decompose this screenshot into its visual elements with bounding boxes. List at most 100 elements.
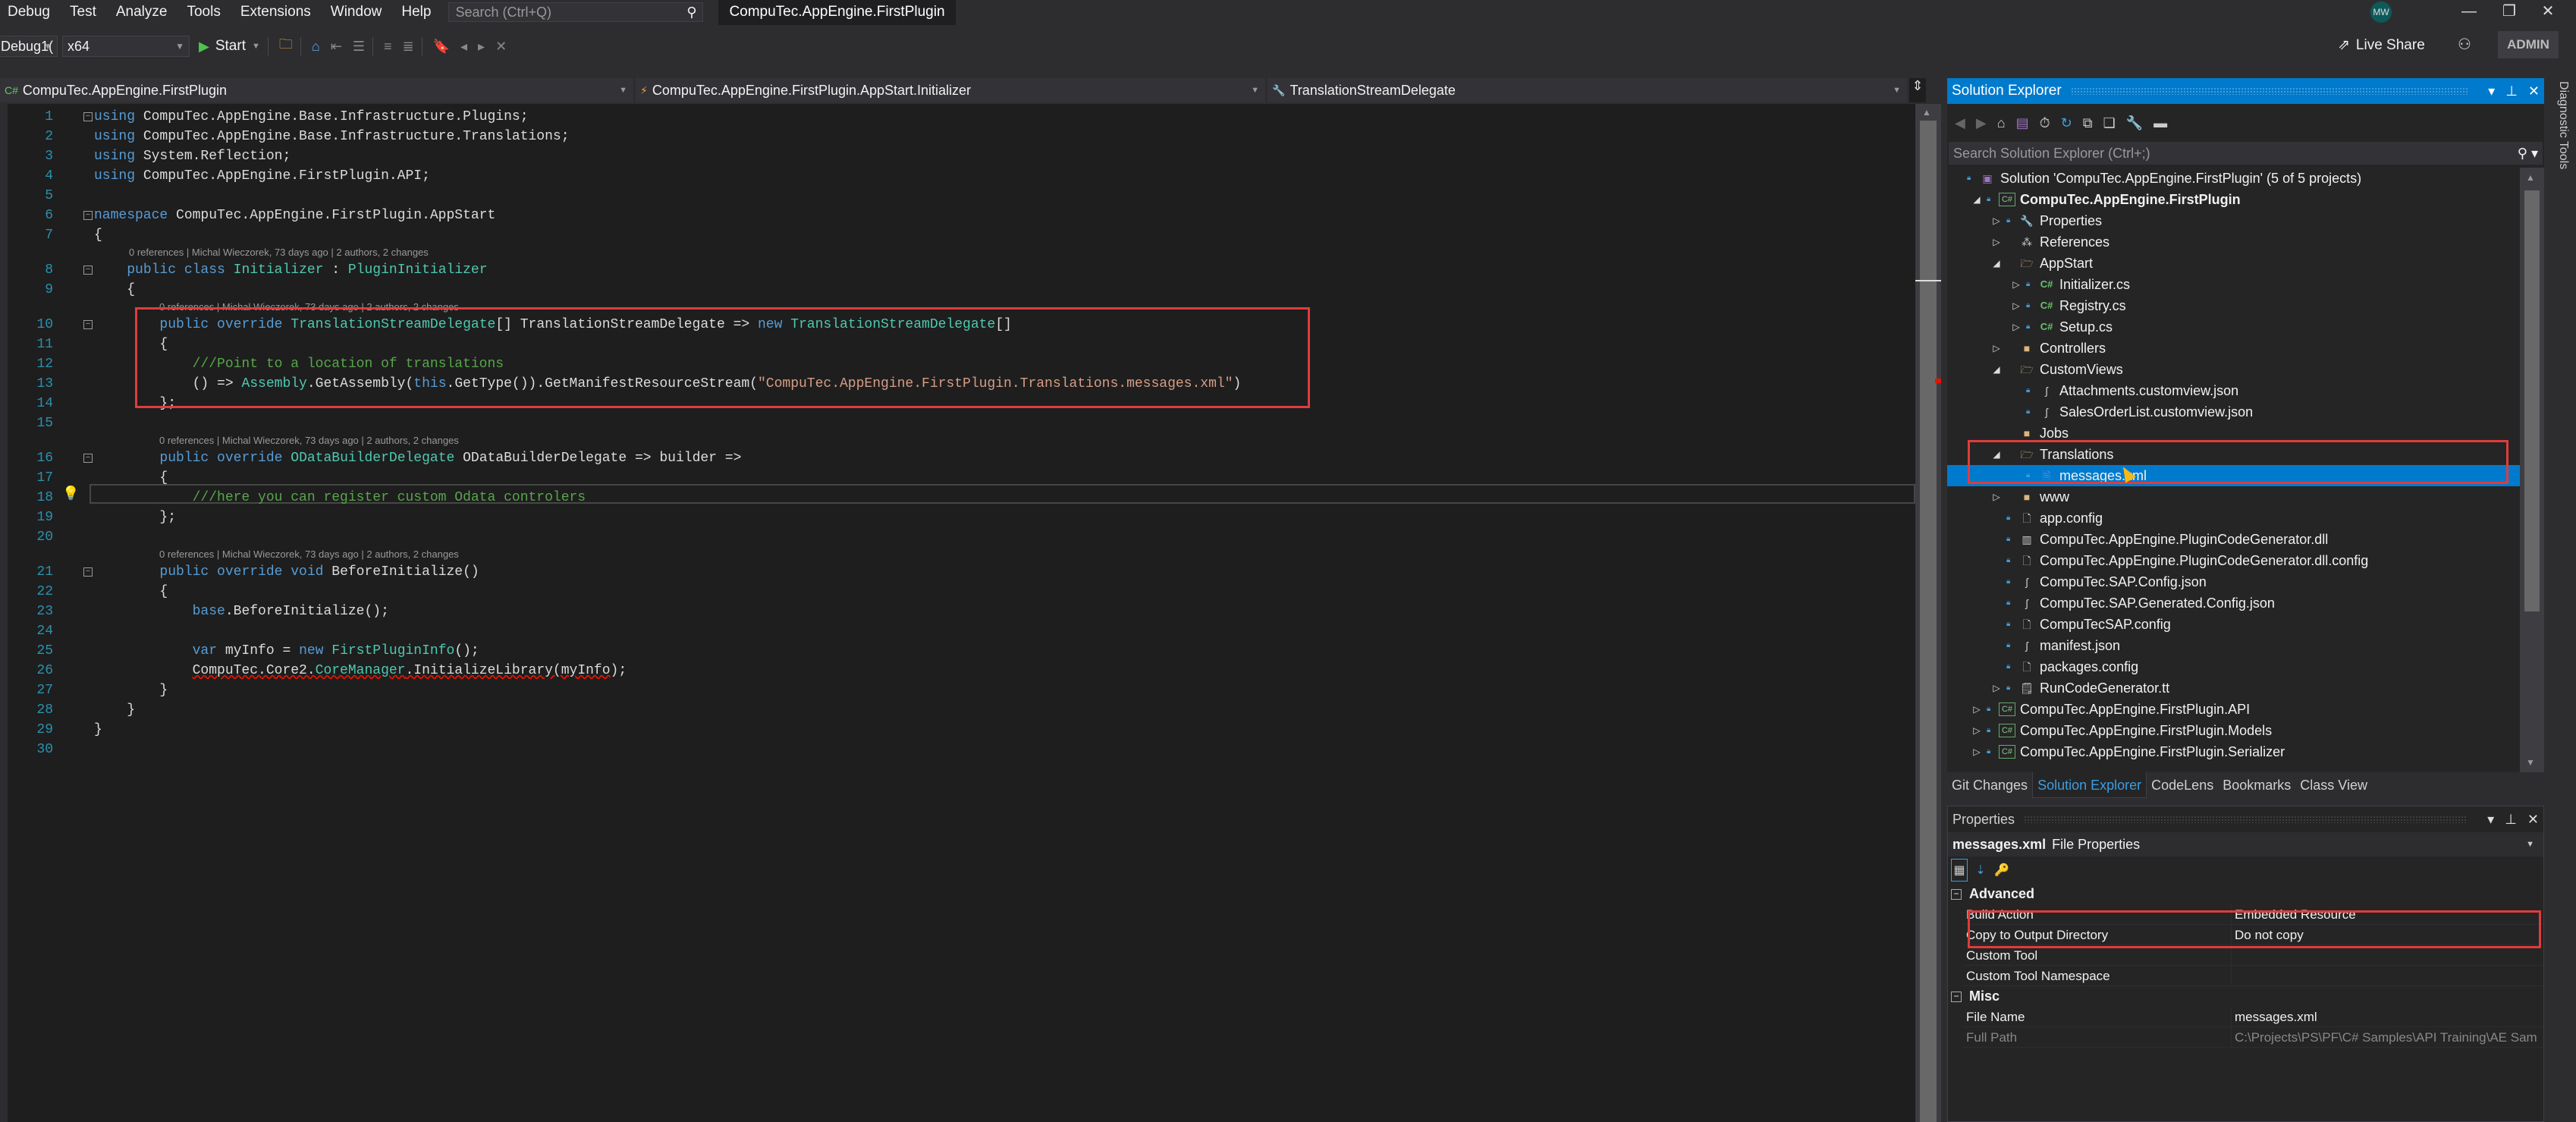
expanded-arrow-icon[interactable]: ◢ [1991, 444, 2002, 465]
property-value[interactable]: C:\Projects\PS\PF\C# Samples\API Trainin… [2232, 1027, 2543, 1047]
tree-item[interactable]: ◢ 🗁 Translations [1947, 444, 2520, 465]
property-row[interactable]: Copy to Output Directory Do not copy [1963, 925, 2543, 945]
sync-icon[interactable]: ↻ [2061, 115, 2072, 131]
tree-item[interactable]: ▷ ⁂ References [1947, 231, 2520, 253]
code-line[interactable]: 29} [8, 720, 1915, 740]
configuration-dropdown[interactable]: Debug1( ▼ [0, 36, 58, 57]
collapsed-arrow-icon[interactable]: ▷ [2011, 274, 2022, 295]
next-bookmark-icon[interactable]: ▸ [478, 39, 485, 55]
scrollbar-thumb[interactable] [2524, 190, 2540, 611]
tree-item[interactable]: 🔒︎ 🗋 app.config [1947, 508, 2520, 529]
tree-item[interactable]: 🔒︎ ʃ manifest.json [1947, 635, 2520, 656]
code-line[interactable]: 16 − public override ODataBuilderDelegate… [8, 448, 1915, 468]
property-row[interactable]: File Name messages.xml [1963, 1007, 2543, 1027]
tree-item[interactable]: 🔒︎ 🗋 CompuTecSAP.config [1947, 614, 2520, 635]
start-button[interactable]: ▶ Start ▼ [199, 38, 260, 55]
tree-item[interactable]: ▷ 🔒︎ 🔧 Properties [1947, 210, 2520, 231]
clear-bookmarks-icon[interactable]: ✕ [495, 39, 507, 55]
code-line[interactable]: 7{ [8, 225, 1915, 245]
code-line[interactable]: 11 { [8, 335, 1915, 354]
code-line[interactable]: 10 − public override TranslationStreamDel… [8, 315, 1915, 335]
tree-item[interactable]: ◢ 🔒︎ C# CompuTec.AppEngine.FirstPlugin [1947, 189, 2520, 210]
codelens-info[interactable]: 0 references | Michal Wieczorek, 73 days… [159, 548, 459, 564]
properties-icon[interactable]: 🔧 [2126, 115, 2143, 131]
tree-item[interactable]: 🔒︎ 🗋 packages.config [1947, 656, 2520, 677]
collapsed-arrow-icon[interactable]: ▷ [1971, 741, 1982, 760]
code-line[interactable]: 9 { [8, 280, 1915, 300]
scrollbar-thumb[interactable] [1920, 121, 1937, 1122]
diagnostic-tools-tab[interactable]: Diagnostic Tools [2550, 78, 2573, 184]
preview-icon[interactable]: ▬ [2153, 115, 2167, 131]
tree-item[interactable]: ■ Jobs [1947, 423, 2520, 444]
menu-item-window[interactable]: Window [321, 0, 392, 24]
solution-search-input[interactable]: Search Solution Explorer (Ctrl+;) ⚲ ▾ [1949, 142, 2543, 165]
tree-item[interactable]: ▷ ■ Controllers [1947, 338, 2520, 359]
avatar[interactable]: MW [2370, 2, 2392, 23]
tab-solution-explorer[interactable]: Solution Explorer [2032, 772, 2147, 798]
code-line[interactable]: 19 }; [8, 508, 1915, 527]
collapse-region-icon[interactable]: − [83, 567, 93, 577]
collapsed-arrow-icon[interactable]: ▷ [2011, 316, 2022, 338]
property-row[interactable]: Custom Tool Namespace [1963, 966, 2543, 986]
code-line[interactable]: 2 using CompuTec.AppEngine.Base.Infrastru… [8, 127, 1915, 146]
admin-button[interactable]: ADMIN [2498, 31, 2559, 58]
code-line[interactable]: 27 } [8, 680, 1915, 700]
home-icon[interactable]: ⌂ [1997, 115, 2006, 131]
tree-item[interactable]: ▷ 🔒︎ C# CompuTec.AppEngine.FirstPlugin.Seri… [1947, 741, 2520, 760]
tree-item[interactable]: ▷ 🔒︎ C# Setup.cs [1947, 316, 2520, 338]
tree-item[interactable]: ◢ 🗁 CustomViews [1947, 359, 2520, 380]
property-row[interactable]: Full Path C:\Projects\PS\PF\C# Samples\AP… [1963, 1027, 2543, 1048]
collapse-region-icon[interactable]: − [83, 454, 93, 463]
window-position-dropdown-icon[interactable]: ▾ [2487, 812, 2494, 828]
code-line[interactable]: 23 base.BeforeInitialize(); [8, 602, 1915, 621]
code-editor[interactable]: 💡 1− using CompuTec.AppEngine.Base.Infras… [8, 104, 1915, 1122]
code-line[interactable]: 14 }; [8, 394, 1915, 413]
code-line[interactable]: 3 using System.Reflection; [8, 146, 1915, 166]
platform-dropdown[interactable]: x64 ▼ [62, 36, 190, 57]
property-value[interactable]: Embedded Resource [2232, 904, 2543, 924]
collapsed-arrow-icon[interactable]: ▷ [1971, 699, 1982, 720]
project-dropdown[interactable]: C# CompuTec.AppEngine.FirstPlugin ▼ [0, 78, 636, 102]
scroll-up-icon[interactable]: ▲ [2526, 172, 2535, 183]
tree-item[interactable]: ▷ 🔒︎ C# CompuTec.AppEngine.FirstPlugin.API [1947, 699, 2520, 720]
tree-item[interactable]: 🔒︎ ʃ CompuTec.SAP.Generated.Config.json [1947, 592, 2520, 614]
uncomment-icon[interactable]: ≣ [402, 39, 413, 55]
collapse-category-icon[interactable]: − [1951, 991, 1962, 1002]
tab-codelens[interactable]: CodeLens [2147, 772, 2218, 798]
collapsed-arrow-icon[interactable]: ▷ [1991, 231, 2002, 253]
scroll-down-icon[interactable]: ▼ [2526, 757, 2535, 768]
property-value[interactable]: Do not copy [2232, 925, 2543, 944]
code-line[interactable]: 6 − namespace CompuTec.AppEngine.FirstPlug… [8, 206, 1915, 225]
code-line[interactable]: 1 − using CompuTec.AppEngine.Base.Infrastr… [8, 107, 1915, 127]
menu-item-debug[interactable]: Debug [0, 0, 60, 24]
expanded-arrow-icon[interactable]: ◢ [1991, 253, 2002, 274]
code-line[interactable]: 18 ///here you can register custom Odata… [8, 488, 1915, 508]
window-position-dropdown-icon[interactable]: ▾ [2488, 83, 2495, 99]
property-value[interactable] [2232, 945, 2543, 965]
pending-changes-filter-icon[interactable]: ⏱ [2040, 115, 2050, 131]
indent-icon[interactable]: ☰ [353, 39, 365, 55]
menu-item-tools[interactable]: Tools [177, 0, 230, 24]
tab-git-changes[interactable]: Git Changes [1947, 772, 2032, 798]
code-line[interactable]: 21 − public override void BeforeInitializ… [8, 562, 1915, 582]
property-pages-icon[interactable]: 🔑 [1993, 859, 2010, 882]
code-line[interactable]: 5 [8, 186, 1915, 206]
code-line[interactable]: 15 [8, 413, 1915, 433]
tree-item[interactable]: 🔒︎ ▣ Solution 'CompuTec.AppEngine.FirstPlu… [1947, 168, 2520, 189]
find-in-files-icon[interactable]: 🗀 [279, 35, 293, 58]
property-row[interactable]: Build Action Embedded Resource [1963, 904, 2543, 925]
close-window-button[interactable]: ✕ [2530, 0, 2565, 23]
back-icon[interactable]: ◀ [1955, 115, 1965, 131]
menu-item-analyze[interactable]: Analyze [106, 0, 177, 24]
collapsed-arrow-icon[interactable]: ▷ [1991, 210, 2002, 231]
tab-class-view[interactable]: Class View [2295, 772, 2372, 798]
code-line[interactable]: 4 using CompuTec.AppEngine.FirstPlugin.AP… [8, 166, 1915, 186]
comment-icon[interactable]: ≡ [384, 39, 392, 55]
show-all-files-icon[interactable]: ❏ [2103, 115, 2116, 131]
alphabetical-icon[interactable]: ⇣ [1972, 859, 1989, 882]
tree-item[interactable]: ◢ 🗁 AppStart [1947, 253, 2520, 274]
collapse-category-icon[interactable]: − [1951, 888, 1962, 900]
tree-item[interactable]: 🔒︎ 🗎 messages.xml [1947, 465, 2520, 486]
panel-drag-grip[interactable] [2070, 87, 2469, 95]
split-window-icon[interactable]: ⇕ [1909, 78, 1926, 102]
